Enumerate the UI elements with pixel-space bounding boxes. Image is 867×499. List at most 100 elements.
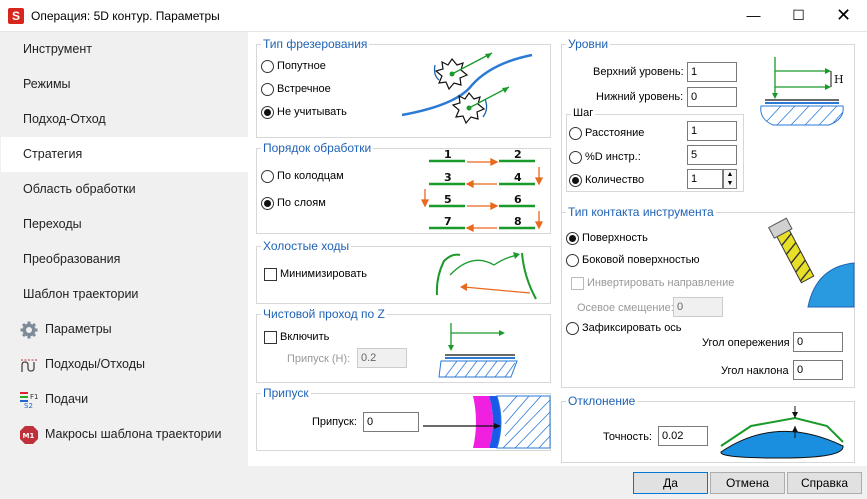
fix-axis-radio[interactable]	[566, 322, 579, 335]
axial-offset-label: Осевое смещение:	[577, 302, 674, 314]
step-group: Шаг Расстояние %D инстр.: Количество ▲▼	[566, 107, 744, 192]
accuracy-label: Точность:	[603, 431, 652, 443]
group-title: Тип контакта инструмента	[566, 205, 716, 219]
gear-icon	[20, 321, 38, 339]
order-layers-radio[interactable]	[261, 197, 274, 210]
svg-text:M1: M1	[23, 432, 35, 440]
lead-angle-input[interactable]	[793, 332, 843, 352]
app-logo-icon: S	[8, 8, 24, 24]
sidebar-item-template[interactable]: Шаблон траектории	[1, 277, 248, 312]
sidebar-item-strategy[interactable]: Стратегия	[1, 137, 248, 172]
step-distance-radio[interactable]	[569, 127, 582, 140]
sidebar-item-label: Шаблон траектории	[23, 287, 139, 301]
sidebar-item-macros[interactable]: M1 Макросы шаблона траектории	[1, 417, 248, 452]
sidebar-item-params[interactable]: Параметры	[1, 312, 248, 347]
sidebar-item-modes[interactable]: Режимы	[1, 67, 248, 102]
sidebar-item-label: Режимы	[23, 77, 71, 91]
contact-side-label: Боковой поверхностью	[582, 254, 700, 266]
allowance-label: Припуск:	[312, 416, 357, 428]
ok-button[interactable]: Да	[633, 472, 708, 494]
sidebar-item-transitions[interactable]: Переходы	[1, 207, 248, 242]
group-title: Уровни	[566, 37, 611, 51]
sidebar-item-area[interactable]: Область обработки	[1, 172, 248, 207]
group-title: Припуск	[261, 386, 311, 400]
approach-icon	[21, 359, 37, 372]
order-number: 6	[514, 193, 522, 206]
help-button[interactable]: Справка	[787, 472, 862, 494]
milling-climb-label: Попутное	[277, 60, 326, 72]
milling-climb-radio[interactable]	[261, 60, 274, 73]
fix-axis-label: Зафиксировать ось	[582, 322, 682, 334]
finish-enable-checkbox[interactable]	[264, 331, 277, 344]
contact-side-radio[interactable]	[566, 254, 579, 267]
step-title: Шаг	[571, 107, 596, 119]
order-number: 1	[444, 148, 452, 161]
order-diagram: 1 2 3 4 5 6 7 8	[420, 148, 544, 233]
step-count-input[interactable]	[687, 169, 723, 189]
tilt-angle-label: Угол наклона	[721, 365, 789, 377]
sidebar-item-approaches[interactable]: Подходы/Отходы	[1, 347, 248, 382]
milling-type-group: Тип фрезерования Попутное Встречное Не у…	[256, 37, 551, 138]
sidebar-item-label: Область обработки	[23, 182, 136, 196]
sidebar-item-label: Переходы	[23, 217, 82, 231]
sidebar-item-tool[interactable]: Инструмент	[1, 32, 248, 67]
step-count-spinner[interactable]: ▲ ▼	[723, 169, 737, 189]
minimize-button[interactable]: —	[731, 0, 776, 31]
axial-offset-input[interactable]	[673, 297, 723, 317]
order-number: 4	[514, 171, 522, 184]
order-number: 3	[444, 171, 452, 184]
contact-surface-radio[interactable]	[566, 232, 579, 245]
levels-diagram: H	[760, 57, 844, 126]
contact-group: Тип контакта инструмента Поверхность Бок…	[561, 205, 855, 388]
order-number: 7	[444, 215, 452, 228]
group-title: Чистовой проход по Z	[261, 307, 387, 321]
tilt-angle-input[interactable]	[793, 360, 843, 380]
finish-allowance-label: Припуск (H):	[287, 353, 351, 365]
step-distance-input[interactable]	[687, 121, 737, 141]
milling-conventional-label: Встречное	[277, 83, 331, 95]
finish-allowance-input[interactable]	[357, 348, 407, 368]
sidebar-item-label: Параметры	[45, 322, 112, 336]
order-wells-label: По колодцам	[277, 170, 344, 182]
milling-ignore-radio[interactable]	[261, 106, 274, 119]
sidebar-item-transforms[interactable]: Преобразования	[1, 242, 248, 277]
milling-type-diagram	[401, 52, 533, 125]
group-title: Порядок обработки	[261, 141, 374, 155]
sidebar-item-feeds[interactable]: F1 S2 Подачи	[1, 382, 248, 417]
title-bar: S Операция: 5D контур. Параметры — ☐ ✕	[0, 0, 867, 32]
deviation-group: Отклонение Точность:	[561, 394, 855, 463]
milling-ignore-label: Не учитывать	[277, 106, 347, 118]
group-title: Отклонение	[566, 394, 638, 408]
idle-moves-diagram	[435, 252, 537, 300]
step-percent-radio[interactable]	[569, 151, 582, 164]
order-number: 5	[444, 193, 452, 206]
top-level-label: Верхний уровень:	[593, 66, 684, 78]
order-wells-radio[interactable]	[261, 170, 274, 183]
step-percent-input[interactable]	[687, 145, 737, 165]
milling-conventional-radio[interactable]	[261, 83, 274, 96]
sidebar: Инструмент Режимы Подход-Отход Стратегия…	[1, 32, 248, 466]
bottom-level-input[interactable]	[687, 87, 737, 107]
invert-direction-checkbox[interactable]	[571, 277, 584, 290]
h-label: H	[834, 73, 844, 86]
allowance-input[interactable]	[363, 412, 419, 432]
step-percent-label: %D инстр.:	[585, 151, 641, 163]
bottom-level-label: Нижний уровень:	[596, 91, 684, 103]
maximize-button[interactable]: ☐	[776, 0, 821, 31]
accuracy-input[interactable]	[658, 426, 708, 446]
step-distance-label: Расстояние	[585, 127, 645, 139]
sidebar-item-label: Подходы/Отходы	[45, 357, 146, 371]
invert-direction-label: Инвертировать направление	[587, 277, 735, 289]
step-count-label: Количество	[585, 174, 645, 186]
top-level-input[interactable]	[687, 62, 737, 82]
group-title: Тип фрезерования	[261, 37, 370, 51]
minimize-checkbox[interactable]	[264, 268, 277, 281]
minimize-label: Минимизировать	[280, 268, 368, 280]
cancel-button[interactable]: Отмена	[710, 472, 785, 494]
order-number: 8	[514, 215, 522, 228]
sidebar-item-label: Макросы шаблона траектории	[45, 427, 222, 441]
sidebar-item-label: Подход-Отход	[23, 112, 106, 126]
sidebar-item-approach[interactable]: Подход-Отход	[1, 102, 248, 137]
step-count-radio[interactable]	[569, 174, 582, 187]
close-button[interactable]: ✕	[821, 0, 866, 31]
